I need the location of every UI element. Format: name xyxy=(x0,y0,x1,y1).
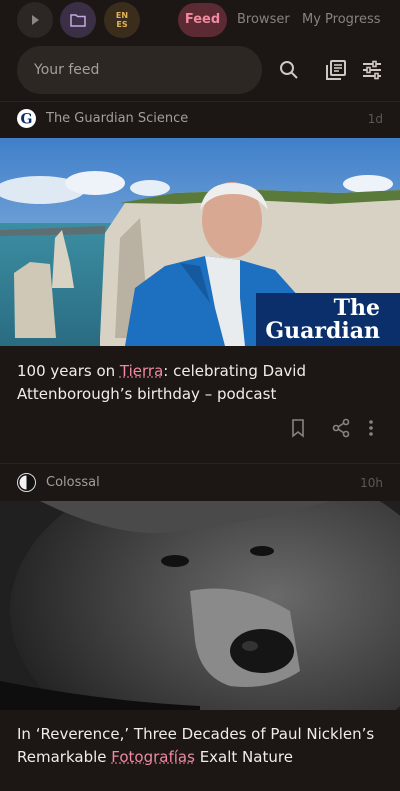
divider xyxy=(0,101,400,102)
article-source: Colossal xyxy=(46,475,100,490)
play-button[interactable] xyxy=(17,2,53,38)
article-source-row[interactable]: G The Guardian Science 1d xyxy=(0,104,400,134)
highlighted-word[interactable]: Fotografías xyxy=(111,748,195,766)
colossal-logo-icon xyxy=(17,473,36,492)
guardian-logo-icon: G xyxy=(17,109,36,128)
language-to: ES xyxy=(116,20,128,29)
article-image[interactable] xyxy=(0,501,400,710)
bookmark-icon xyxy=(292,419,304,438)
tab-browser[interactable]: Browser xyxy=(237,3,290,37)
share-icon xyxy=(332,418,350,438)
filter-icon xyxy=(363,60,381,80)
search-placeholder: Your feed xyxy=(34,62,100,78)
svg-text:G: G xyxy=(21,112,33,128)
language-from: EN xyxy=(115,11,129,20)
search-button[interactable] xyxy=(275,56,303,84)
article-time: 10h xyxy=(360,476,383,490)
highlighted-word[interactable]: Tierra xyxy=(120,362,163,380)
tab-feed[interactable]: Feed xyxy=(178,3,227,37)
search-icon xyxy=(280,61,298,79)
filter-button[interactable] xyxy=(358,56,386,84)
article-image[interactable]: The Guardian xyxy=(0,138,400,346)
article-title[interactable]: In ‘Reverence,’ Three Decades of Paul Ni… xyxy=(17,723,387,769)
article-time: 1d xyxy=(367,112,383,126)
bookmark-button[interactable] xyxy=(290,418,310,442)
language-button[interactable]: EN ES xyxy=(104,2,140,38)
more-vert-icon xyxy=(369,420,373,436)
tab-my-progress[interactable]: My Progress xyxy=(302,3,381,37)
guardian-badge: The Guardian xyxy=(256,293,400,346)
folder-button[interactable] xyxy=(60,2,96,38)
play-icon xyxy=(32,15,39,25)
library-icon xyxy=(326,60,346,80)
library-button[interactable] xyxy=(322,56,350,84)
article-source-row[interactable]: Colossal 10h xyxy=(0,468,400,498)
feed-search-field[interactable]: Your feed xyxy=(17,46,262,94)
share-button[interactable] xyxy=(332,418,352,442)
article-source: The Guardian Science xyxy=(46,111,189,126)
divider xyxy=(0,463,400,464)
top-bar: EN ES Feed Browser My Progress xyxy=(0,0,400,42)
more-options-button[interactable] xyxy=(366,418,380,442)
folder-icon xyxy=(70,14,86,27)
article-title[interactable]: 100 years on Tierra: celebrating David A… xyxy=(17,360,387,406)
